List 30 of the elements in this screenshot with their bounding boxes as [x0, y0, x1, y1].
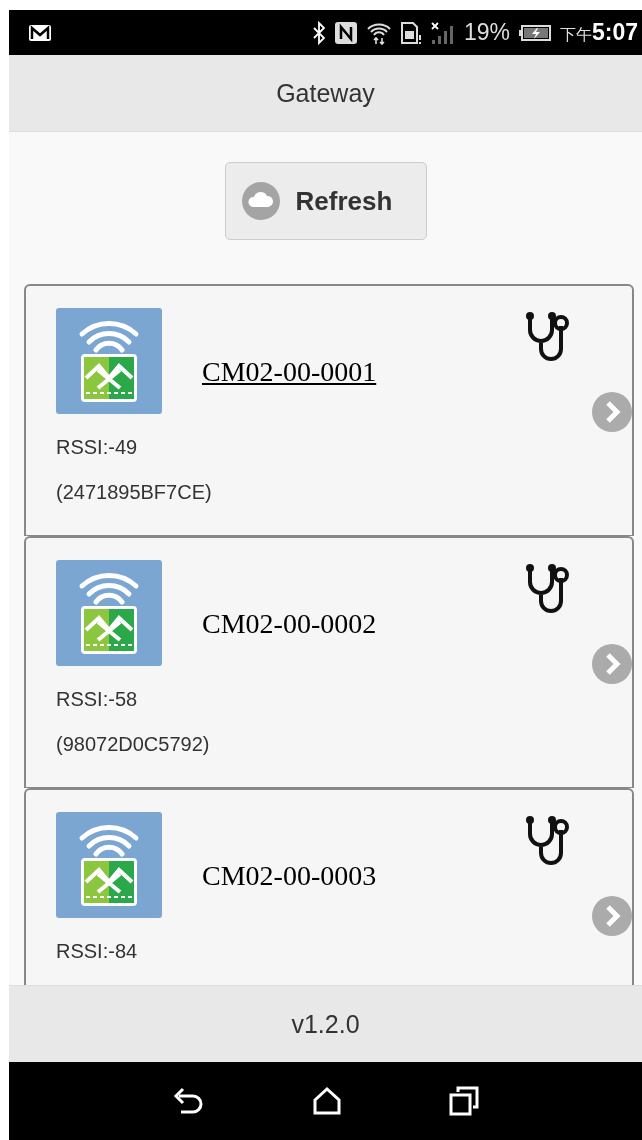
rssi-value: RSSI:-49: [56, 436, 139, 459]
recent-apps-icon[interactable]: [448, 1086, 479, 1116]
battery-percent: 19%: [463, 19, 510, 46]
version-text: v1.2.0: [291, 1009, 360, 1039]
gateway-card[interactable]: CM02-00-0002 RSSI:-58 (98072D0C5792): [24, 536, 634, 788]
mail-icon: [27, 22, 53, 43]
sim-card-icon: [399, 20, 422, 45]
nfc-icon: [333, 20, 358, 45]
gateway-name: CM02-00-0003: [202, 860, 377, 892]
cloud-icon: [241, 182, 280, 220]
rssi-value: RSSI:-58: [56, 688, 139, 711]
battery-charging-icon: [517, 23, 552, 42]
bluetooth-icon: [311, 20, 326, 45]
refresh-button[interactable]: Refresh: [224, 162, 427, 240]
rssi-value: RSSI:-84: [56, 940, 139, 963]
gateway-name[interactable]: CM02-00-0001: [202, 356, 377, 388]
mac-address: (98072D0C5792): [56, 733, 211, 756]
gateway-card[interactable]: CM02-00-0001 RSSI:-49 (2471895BF7CE): [24, 284, 634, 536]
page-title: Gateway: [276, 78, 375, 108]
gateway-card[interactable]: CM02-00-0003 RSSI:-84: [24, 788, 634, 985]
gateway-icon: [56, 308, 162, 414]
gateway-icon: [56, 560, 162, 666]
mac-address: (2471895BF7CE): [56, 481, 213, 504]
gateway-icon: [56, 812, 162, 918]
gateway-name: CM02-00-0002: [202, 608, 377, 640]
back-icon[interactable]: [172, 1086, 205, 1116]
time-period: 下午: [559, 26, 592, 45]
clock-time: 5:07: [591, 19, 638, 46]
signal-icon: [429, 20, 456, 45]
home-icon[interactable]: [311, 1086, 342, 1116]
